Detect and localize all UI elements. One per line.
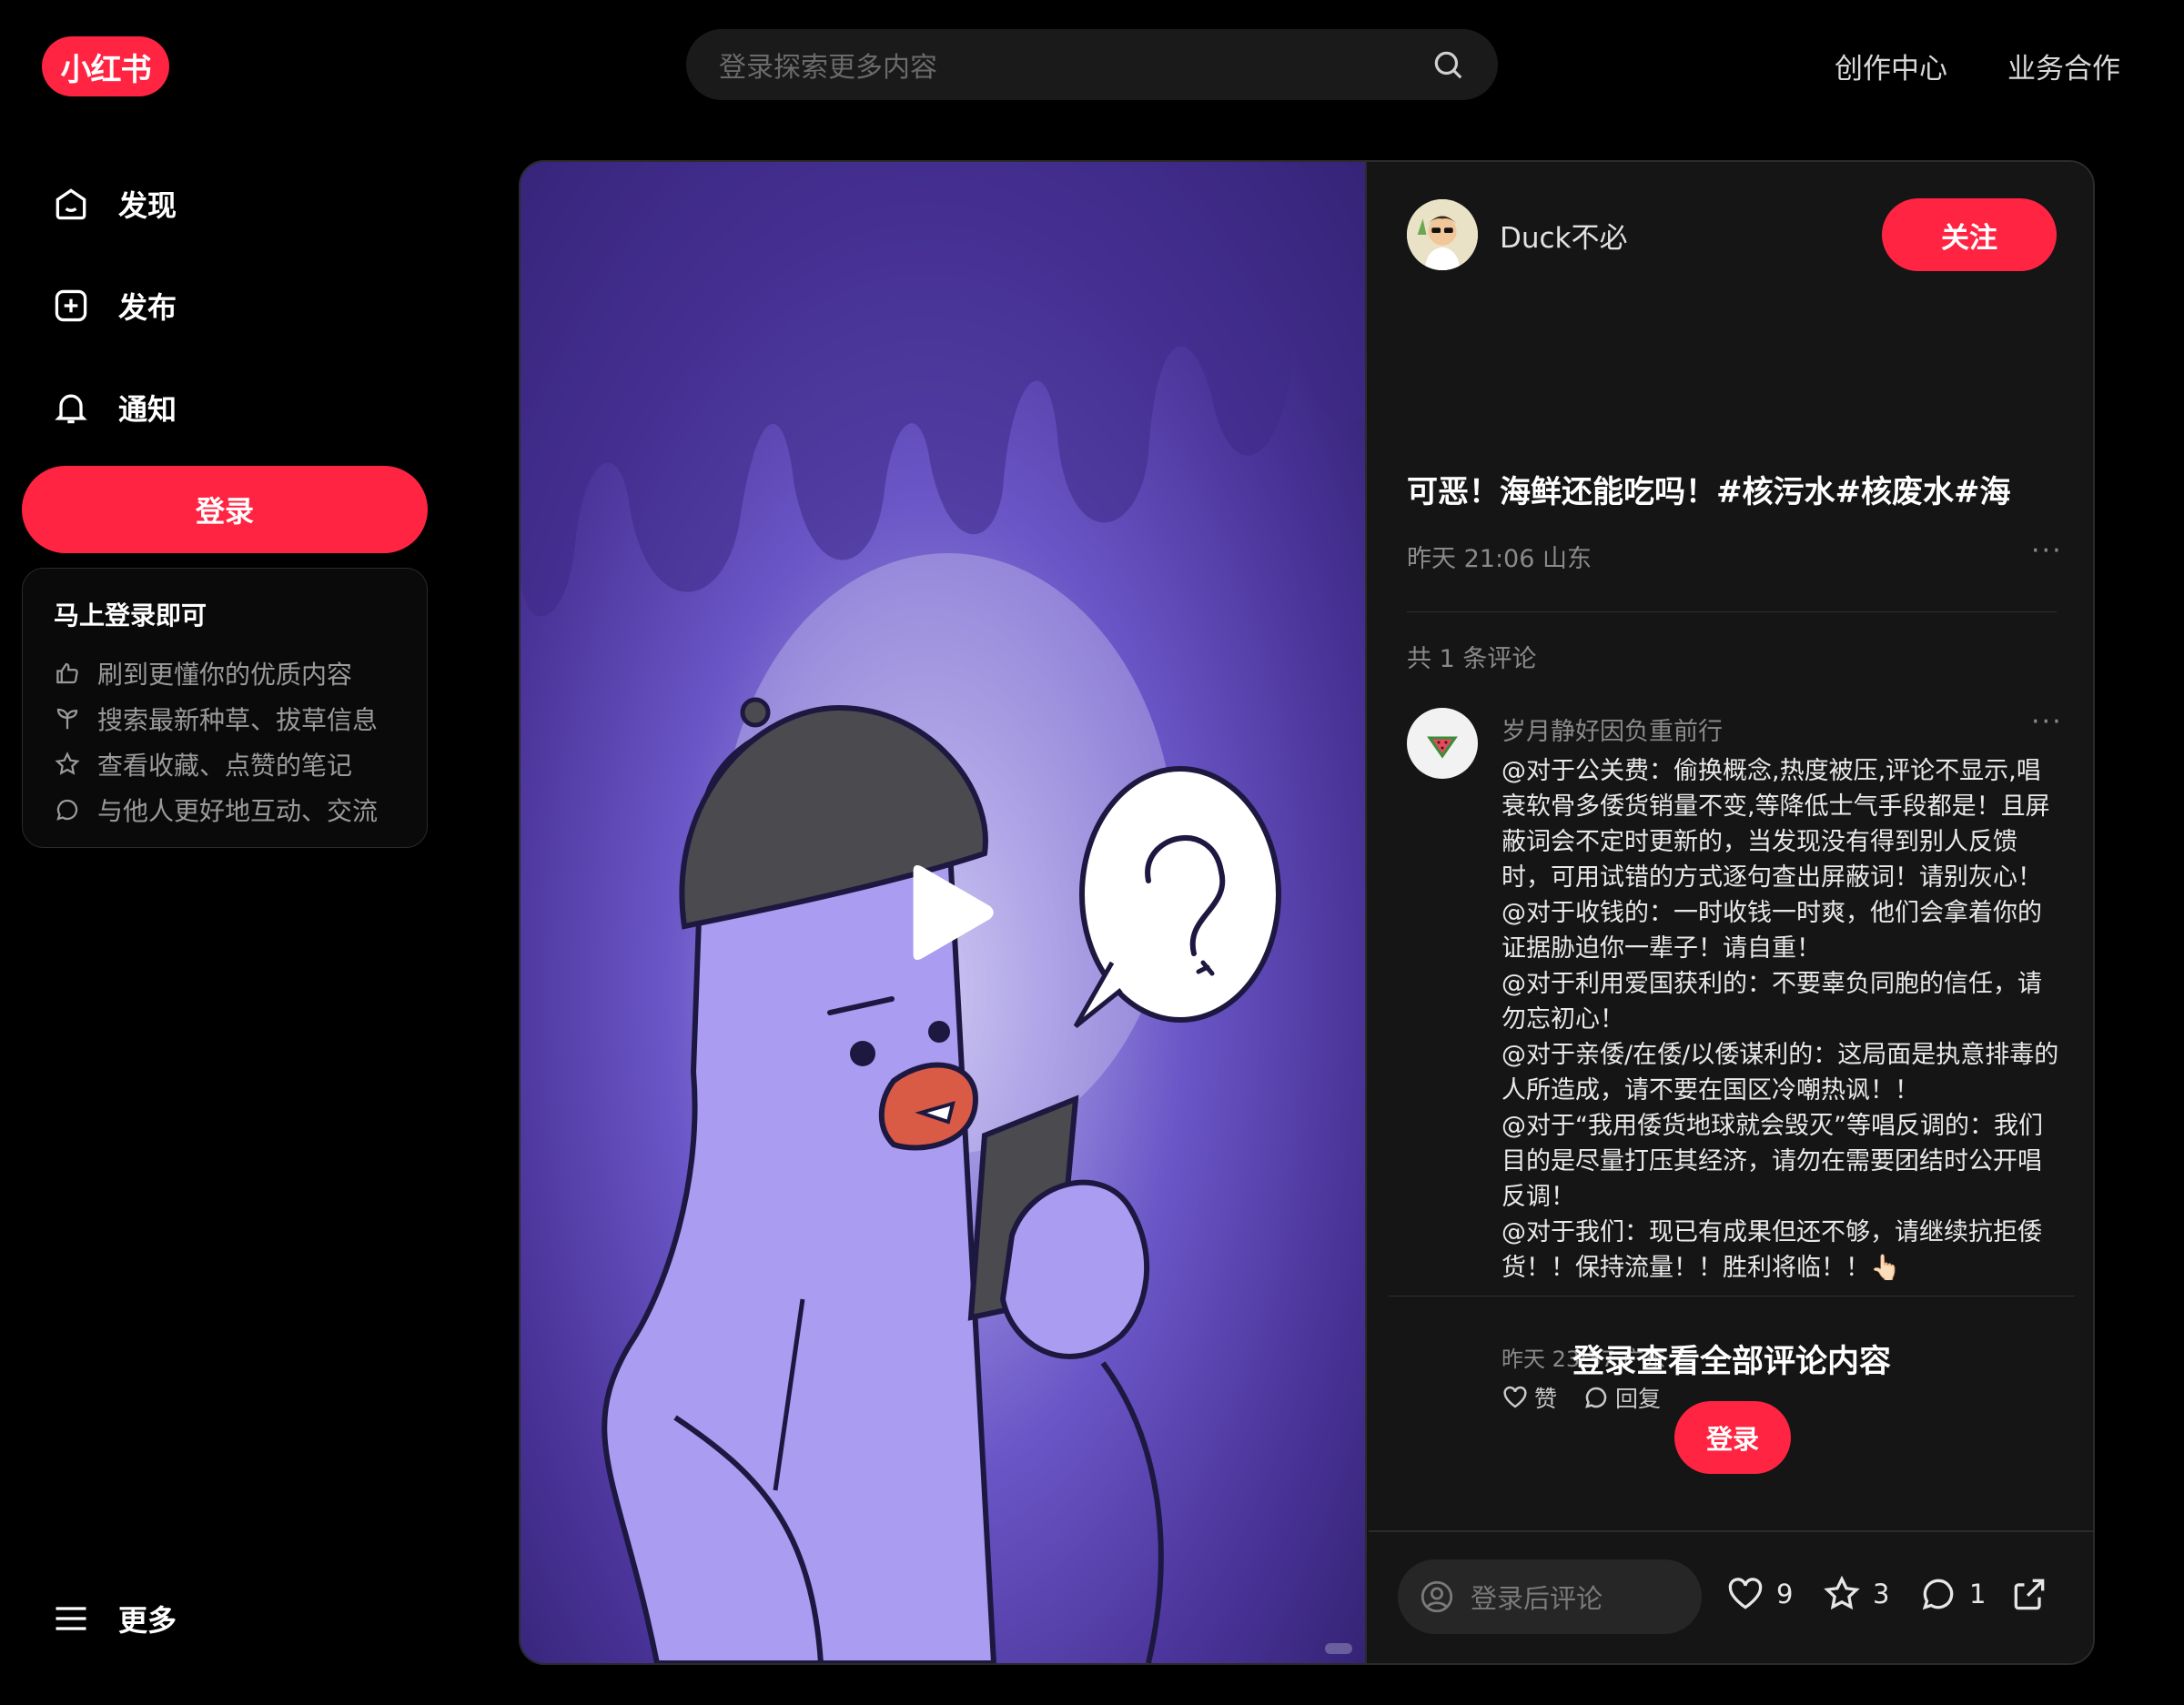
comment-line: @对于公关费：偷换概念,热度被压,评论不显示,唱衰软骨多倭货销量不变,等降低士气… xyxy=(1502,757,2050,892)
comment-input-placeholder: 登录后评论 xyxy=(1471,1583,1603,1614)
sidebar-item-label: 通知 xyxy=(118,392,177,427)
bell-icon xyxy=(55,394,87,424)
author-avatar[interactable] xyxy=(1407,199,1478,270)
chat-bubble-icon xyxy=(56,799,78,821)
sidebar-login-button[interactable]: 登录 xyxy=(22,466,428,553)
watermelon-icon xyxy=(1427,736,1458,759)
author-row: Duck不必 关注 xyxy=(1407,198,2057,271)
comment-reply-button[interactable]: 回复 xyxy=(1582,1381,1661,1414)
comment-count-stat: 1 xyxy=(1969,1579,1987,1609)
benefit-row: 与他人更好地互动、交流 xyxy=(54,787,396,832)
sidebar-item-label: 发现 xyxy=(118,188,177,223)
star-icon xyxy=(1824,1575,1860,1610)
comment-actions: 赞 回复 xyxy=(1502,1381,1661,1414)
note-meta: 昨天 21:06 山东 xyxy=(1407,545,1592,573)
like-button[interactable]: 9 xyxy=(1725,1574,1793,1614)
benefit-row: 刷到更懂你的优质内容 xyxy=(54,651,396,696)
benefit-text: 刷到更懂你的优质内容 xyxy=(97,660,353,690)
logo[interactable]: 小红书 xyxy=(42,36,169,96)
thumbs-up-icon xyxy=(56,662,78,684)
heart-icon xyxy=(1728,1578,1763,1609)
benefit-text: 搜索最新种草、拔草信息 xyxy=(97,705,379,735)
sidebar-more[interactable]: 更多 xyxy=(51,1598,177,1639)
login-benefits-card: 马上登录即可 刷到更懂你的优质内容 搜索最新种草、拔草信息 查看收藏、点赞的笔记… xyxy=(22,568,428,848)
video-player[interactable] xyxy=(521,162,1367,1663)
comments-login-button[interactable]: 登录 xyxy=(1674,1401,1791,1474)
author-name[interactable]: Duck不必 xyxy=(1500,215,1882,256)
sidebar-item-publish[interactable]: 发布 xyxy=(51,278,177,333)
engagement-bar: 登录后评论 9 3 1 xyxy=(1369,1530,2093,1663)
login-prompt-text: 登录查看全部评论内容 xyxy=(1572,1344,1891,1380)
follow-button[interactable]: 关注 xyxy=(1882,198,2057,271)
comment-line: @对于利用爱国获利的：不要辜负同胞的信任，请勿忘初心！ xyxy=(1502,970,2042,1034)
benefit-text: 与他人更好地互动、交流 xyxy=(97,796,379,826)
sprout-icon xyxy=(56,708,78,730)
sidebar-item-label: 发布 xyxy=(118,290,177,325)
share-icon xyxy=(2014,1579,2045,1610)
collect-button[interactable]: 3 xyxy=(1822,1574,1889,1614)
collect-count: 3 xyxy=(1873,1579,1890,1609)
divider xyxy=(1407,611,2057,612)
note-detail-card: Duck不必 关注 可恶！海鲜还能吃吗！#核污水#核废水#海 昨天 21:06 … xyxy=(519,160,2095,1665)
benefit-row: 搜索最新种草、拔草信息 xyxy=(54,696,396,742)
benefit-text: 查看收藏、点赞的笔记 xyxy=(97,751,353,781)
comment-line: @对于“我用倭货地球就会毁灭”等唱反调的：我们目的是尽量打压其经济，请勿在需要团… xyxy=(1502,1112,2043,1211)
plus-square-icon xyxy=(55,289,87,322)
comment-count: 共 1 条评论 xyxy=(1407,645,1537,673)
nav-creator-center[interactable]: 创作中心 xyxy=(1835,45,1947,86)
home-icon xyxy=(56,188,86,220)
comment-line: @对于收钱的：一时收钱一时爽，他们会拿着你的证据胁迫你一辈子！请自重！ xyxy=(1502,899,2042,963)
commenter-avatar[interactable] xyxy=(1407,708,1478,779)
more-label: 更多 xyxy=(118,1603,177,1638)
note-title: 可恶！海鲜还能吃吗！#核污水#核废水#海 xyxy=(1407,474,2011,510)
comment-text: @对于公关费：偷换概念,热度被压,评论不显示,唱衰软骨多倭货销量不变,等降低士气… xyxy=(1502,753,2064,1286)
comment-input[interactable]: 登录后评论 xyxy=(1398,1559,1702,1634)
search-input[interactable]: 登录探索更多内容 xyxy=(719,45,1431,85)
play-icon[interactable] xyxy=(894,853,1003,972)
benefit-row: 查看收藏、点赞的笔记 xyxy=(54,742,396,787)
comment-like-button[interactable]: 赞 xyxy=(1502,1381,1557,1414)
search-icon[interactable] xyxy=(1431,47,1465,82)
star-icon xyxy=(55,752,80,775)
nav-business[interactable]: 业务合作 xyxy=(2007,45,2120,86)
note-more-icon[interactable]: ··· xyxy=(2031,535,2063,567)
like-count: 9 xyxy=(1776,1579,1794,1609)
commenter-name[interactable]: 岁月静好因负重前行 xyxy=(1502,711,1723,747)
heart-icon xyxy=(1503,1386,1527,1408)
comment-more-icon[interactable]: ··· xyxy=(2031,706,2063,738)
chat-bubble-icon xyxy=(1922,1579,1954,1610)
sidebar-item-discover[interactable]: 发现 xyxy=(51,177,177,231)
like-label: 赞 xyxy=(1534,1386,1558,1412)
sidebar-item-notifications[interactable]: 通知 xyxy=(51,380,177,435)
search-bar[interactable]: 登录探索更多内容 xyxy=(686,29,1498,100)
comment-line: @对于亲倭/在倭/以倭谋利的：这局面是执意排毒的人所造成，请不要在国区冷嘲热讽！… xyxy=(1502,1041,2059,1105)
share-button[interactable] xyxy=(2009,1574,2060,1614)
note-info-panel: Duck不必 关注 可恶！海鲜还能吃吗！#核污水#核废水#海 昨天 21:06 … xyxy=(1369,162,2093,1663)
login-card-title: 马上登录即可 xyxy=(54,600,207,631)
user-circle-icon xyxy=(1421,1580,1453,1613)
menu-icon xyxy=(56,1607,86,1630)
reply-bubble-icon xyxy=(1585,1387,1607,1408)
video-watermark xyxy=(1325,1643,1352,1654)
reply-label: 回复 xyxy=(1615,1386,1662,1412)
comment-line: @对于我们：现已有成果但还不够，请继续抗拒倭货！！保持流量！！胜利将临！！👆🏻 xyxy=(1502,1218,2042,1282)
comment-button[interactable]: 1 xyxy=(1918,1574,1986,1614)
